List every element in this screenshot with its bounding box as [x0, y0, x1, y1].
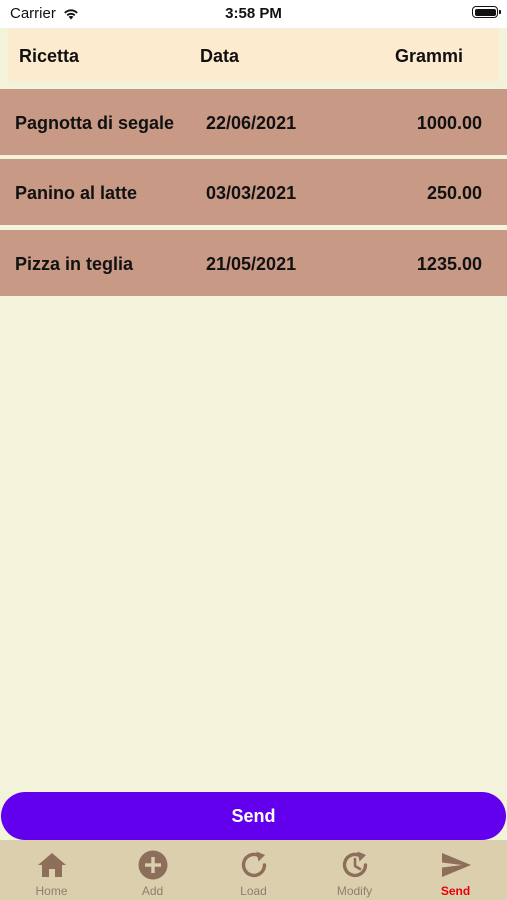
- row-grams: 1235.00: [416, 254, 482, 274]
- send-icon: [442, 853, 471, 877]
- row-date: 22/06/2021: [206, 113, 297, 133]
- plus-circle-icon: [138, 850, 168, 880]
- table-row[interactable]: Pizza in teglia 21/05/2021 1235.00: [0, 230, 507, 296]
- send-button[interactable]: Send: [1, 792, 506, 840]
- row-date: 03/03/2021: [206, 183, 297, 203]
- tab-label: Home: [35, 884, 68, 898]
- row-recipe: Panino al latte: [15, 183, 138, 203]
- status-bar: Carrier 3:58 PM: [0, 0, 507, 28]
- row-grams: 250.00: [426, 183, 482, 203]
- tab-label: Add: [141, 884, 164, 898]
- tab-modify[interactable]: Modify: [304, 840, 405, 900]
- tab-bar: Home Add Load Modify Send: [0, 840, 507, 900]
- header-date: Data: [200, 46, 240, 66]
- row-date: 21/05/2021: [206, 254, 297, 274]
- tab-load[interactable]: Load: [203, 840, 304, 900]
- home-icon: [38, 853, 66, 877]
- row-recipe: Pizza in teglia: [15, 254, 134, 274]
- row-recipe: Pagnotta di segale: [15, 113, 175, 133]
- refresh-icon: [241, 851, 267, 878]
- battery-icon: [472, 6, 501, 18]
- header-grams: Grammi: [395, 46, 464, 66]
- tab-label: Send: [440, 884, 471, 898]
- tab-add[interactable]: Add: [102, 840, 203, 900]
- status-time: 3:58 PM: [225, 5, 282, 22]
- tab-send[interactable]: Send: [405, 840, 506, 900]
- tab-label: Load: [240, 884, 267, 898]
- header-recipe: Ricetta: [19, 46, 80, 66]
- tab-label: Modify: [336, 884, 373, 898]
- history-icon: [342, 851, 368, 878]
- row-grams: 1000.00: [416, 113, 482, 133]
- table-row[interactable]: Panino al latte 03/03/2021 250.00: [0, 159, 507, 225]
- table-header: Ricetta Data Grammi: [8, 29, 499, 81]
- tab-home[interactable]: Home: [1, 840, 102, 900]
- table-row[interactable]: Pagnotta di segale 22/06/2021 1000.00: [0, 89, 507, 155]
